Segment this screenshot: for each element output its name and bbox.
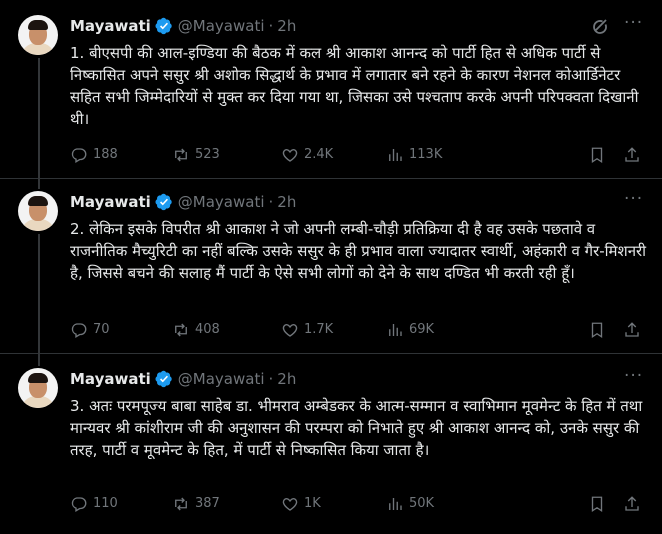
repost-count: 408 [195, 322, 220, 337]
heart-icon [282, 498, 298, 511]
reply-count: 188 [93, 147, 118, 162]
reply-button[interactable]: 188 [70, 145, 118, 165]
author-name[interactable]: Mayawati [70, 17, 151, 35]
views-button[interactable]: 50K [386, 494, 434, 514]
reply-icon [71, 148, 87, 163]
thread-line [38, 58, 40, 179]
repost-button[interactable]: 387 [172, 494, 220, 514]
avatar[interactable] [18, 368, 58, 408]
bookmark-icon [591, 496, 603, 513]
views-count: 50K [409, 496, 435, 511]
thread-line [38, 179, 40, 189]
like-count: 1K [304, 496, 321, 511]
like-button[interactable]: 1K [281, 494, 321, 514]
views-count: 113K [409, 147, 443, 162]
repost-count: 387 [195, 496, 220, 511]
share-button[interactable] [623, 320, 646, 340]
grok-icon[interactable] [591, 16, 611, 36]
tweet[interactable]: Mayawati @Mayawati · 2h ··· 2. लेकिन इसक… [0, 179, 662, 354]
share-icon [625, 147, 639, 162]
thread-line [38, 354, 40, 366]
repost-icon [175, 148, 187, 162]
tweet-header: Mayawati @Mayawati · 2h [70, 192, 296, 212]
thread-line [38, 234, 40, 354]
separator-dot: · [268, 370, 274, 388]
reply-icon [71, 323, 87, 338]
author-name[interactable]: Mayawati [70, 193, 151, 211]
tweet-header: Mayawati @Mayawati · 2h [70, 16, 296, 36]
verified-badge-icon [155, 370, 173, 388]
heart-icon [282, 324, 298, 337]
views-button[interactable]: 69K [386, 320, 434, 340]
views-icon [389, 149, 402, 161]
author-handle[interactable]: @Mayawati [178, 370, 265, 388]
bookmark-icon [591, 147, 603, 164]
repost-icon [175, 497, 187, 511]
more-icon[interactable]: ··· [624, 368, 646, 389]
more-icon[interactable]: ··· [624, 191, 646, 212]
views-icon [389, 324, 402, 336]
verified-badge-icon [155, 17, 173, 35]
views-count: 69K [409, 322, 435, 337]
share-button[interactable] [623, 145, 646, 165]
share-icon [625, 496, 639, 511]
tweet-text: 1. बीएसपी की आल-इण्डिया की बैठक में कल श… [70, 44, 639, 128]
tweet-actions: 188 523 2.4K 113K [70, 145, 642, 165]
share-button[interactable] [623, 494, 646, 514]
bookmark-icon [591, 322, 603, 339]
author-handle[interactable]: @Mayawati [178, 193, 265, 211]
views-button[interactable]: 113K [386, 145, 442, 165]
author-name[interactable]: Mayawati [70, 370, 151, 388]
like-button[interactable]: 2.4K [281, 145, 333, 165]
repost-button[interactable]: 523 [172, 145, 220, 165]
verified-badge-icon [155, 193, 173, 211]
tweet-actions: 70 408 1.7K 69K [70, 320, 642, 340]
like-count: 1.7K [304, 322, 334, 337]
tweet-header: Mayawati @Mayawati · 2h [70, 369, 296, 389]
author-handle[interactable]: @Mayawati [178, 17, 265, 35]
reply-button[interactable]: 70 [70, 320, 110, 340]
repost-icon [175, 323, 187, 337]
tweet-text: 3. अतः परमपूज्य बाबा साहेब डा. भीमराव अम… [70, 397, 643, 459]
like-count: 2.4K [304, 147, 334, 162]
tweet[interactable]: Mayawati @Mayawati · 2h ··· 3. अतः परमपू… [0, 354, 662, 534]
bookmark-button[interactable] [588, 145, 611, 165]
reply-icon [71, 497, 87, 512]
repost-count: 523 [195, 147, 220, 162]
avatar[interactable] [18, 191, 58, 231]
bookmark-button[interactable] [588, 494, 611, 514]
tweet[interactable]: Mayawati @Mayawati · 2h ··· 1. बीएसपी की… [0, 0, 662, 179]
tweet-text: 2. लेकिन इसके विपरीत श्री आकाश ने जो अपन… [70, 220, 647, 282]
tweet-actions: 110 387 1K 50K [70, 494, 642, 514]
views-icon [389, 498, 402, 510]
like-button[interactable]: 1.7K [281, 320, 333, 340]
separator-dot: · [268, 17, 274, 35]
reply-count: 70 [93, 322, 110, 337]
timestamp[interactable]: 2h [277, 370, 296, 388]
share-icon [625, 322, 639, 337]
reply-button[interactable]: 110 [70, 494, 118, 514]
more-icon[interactable]: ··· [624, 15, 646, 36]
heart-icon [282, 149, 298, 162]
bookmark-button[interactable] [588, 320, 611, 340]
separator-dot: · [268, 193, 274, 211]
timestamp[interactable]: 2h [277, 193, 296, 211]
avatar[interactable] [18, 15, 58, 55]
reply-count: 110 [93, 496, 118, 511]
repost-button[interactable]: 408 [172, 320, 220, 340]
timestamp[interactable]: 2h [277, 17, 296, 35]
